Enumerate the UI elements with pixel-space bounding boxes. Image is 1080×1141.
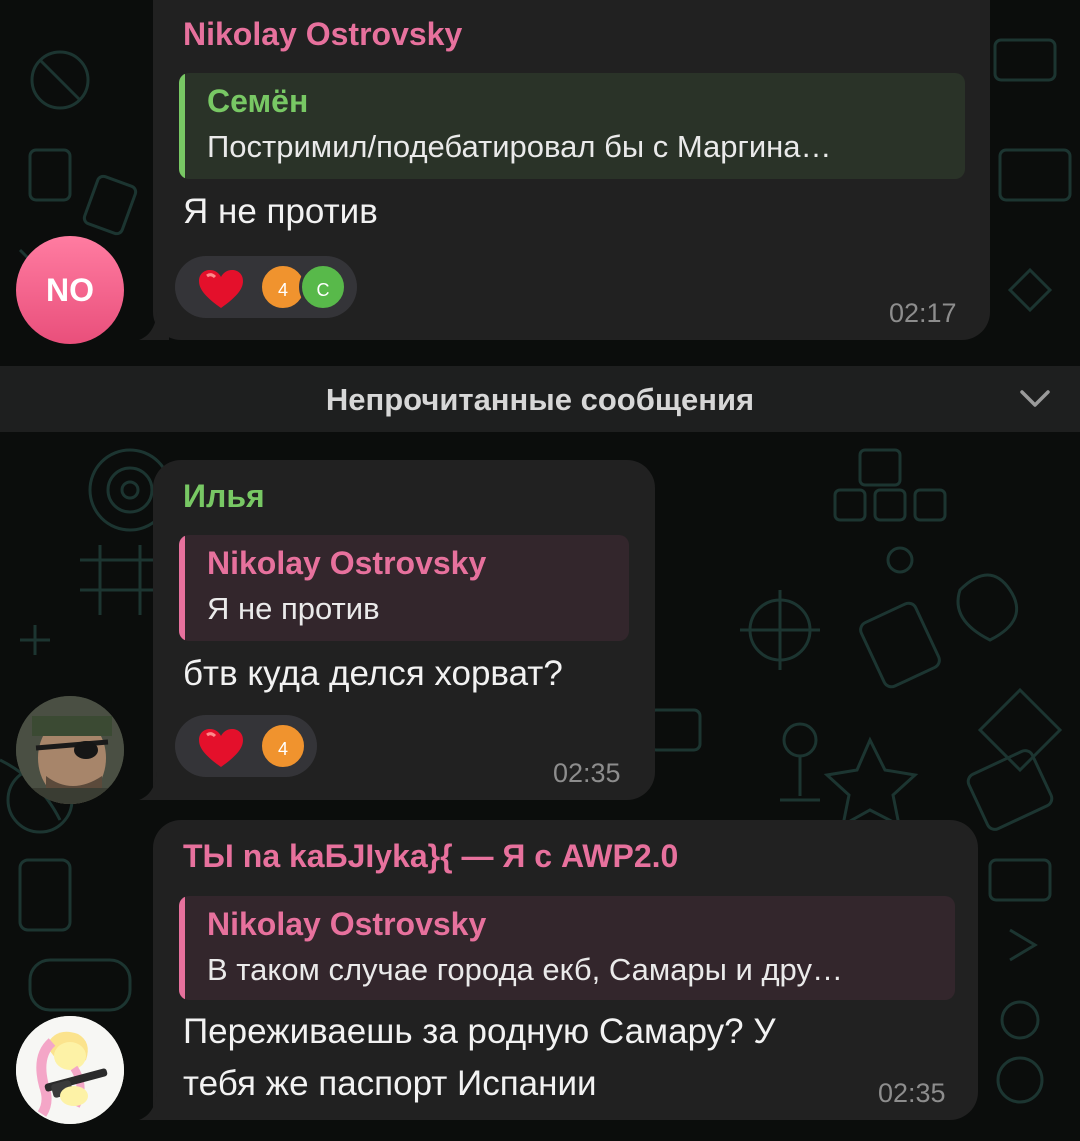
- message-bubble[interactable]: Илья Nikolay Ostrovsky Я не против бтв к…: [139, 460, 655, 800]
- message-time: 02:35: [878, 1078, 946, 1108]
- reply-accent-bar: [179, 896, 185, 1000]
- avatar-photo: [16, 1016, 124, 1124]
- message-text: бтв куда делся хорват?: [183, 654, 563, 693]
- reply-quote[interactable]: Nikolay Ostrovsky В таком случае города …: [179, 896, 955, 1000]
- reply-text: Постримил/подебатировал бы с Маргина…: [207, 129, 832, 164]
- heart-icon: [199, 729, 243, 767]
- sender-name[interactable]: Илья: [183, 478, 265, 515]
- reaction-pill[interactable]: 4 С: [175, 256, 357, 318]
- reply-text: Я не против: [207, 591, 380, 626]
- sender-name[interactable]: Nikolay Ostrovsky: [183, 16, 462, 53]
- unread-label: Непрочитанные сообщения: [325, 382, 755, 417]
- reply-accent-bar: [179, 73, 185, 179]
- message-time: 02:17: [889, 298, 957, 328]
- message-time: 02:35: [553, 758, 621, 788]
- message-text-line: тебя же паспорт Испании: [183, 1064, 597, 1103]
- unread-messages-divider: Непрочитанные сообщения: [0, 366, 1080, 432]
- heart-icon: [199, 270, 243, 308]
- bubble-tail: [139, 1092, 169, 1120]
- message-text-line: Переживаешь за родную Самару? У: [183, 1012, 776, 1051]
- reply-author: Nikolay Ostrovsky: [207, 906, 487, 942]
- reply-quote[interactable]: Семён Постримил/подебатировал бы с Марги…: [179, 73, 965, 179]
- avatar-photo: [16, 696, 124, 804]
- sender-name[interactable]: ТЫ na kaБJIyka}{ — Я с AWP2.0: [183, 838, 678, 875]
- reactor-avatar: 4: [259, 722, 307, 770]
- eyepatch-soldier-avatar[interactable]: [16, 696, 124, 804]
- reply-author: Nikolay Ostrovsky: [207, 545, 487, 581]
- message-bubble[interactable]: ТЫ na kaБJIyka}{ — Я с AWP2.0 Nikolay Os…: [139, 820, 978, 1120]
- reply-quote[interactable]: Nikolay Ostrovsky Я не против: [179, 535, 629, 641]
- message-bubble[interactable]: Nikolay Ostrovsky Семён Постримил/подеба…: [139, 0, 990, 340]
- reply-author: Семён: [207, 83, 309, 119]
- bubble-tail: [139, 772, 169, 800]
- chevron-down-icon[interactable]: [1018, 384, 1052, 414]
- reply-accent-bar: [179, 535, 185, 641]
- reply-text: В таком случае города екб, Самары и дру…: [207, 952, 843, 987]
- bubble-tail: [139, 312, 169, 340]
- pony-avatar[interactable]: [16, 1016, 124, 1124]
- reactor-avatar: С: [299, 263, 347, 311]
- avatar[interactable]: NO: [16, 236, 124, 344]
- message-text: Я не против: [183, 192, 378, 231]
- reaction-pill[interactable]: 4: [175, 715, 317, 777]
- avatar-initials: NO: [46, 272, 94, 308]
